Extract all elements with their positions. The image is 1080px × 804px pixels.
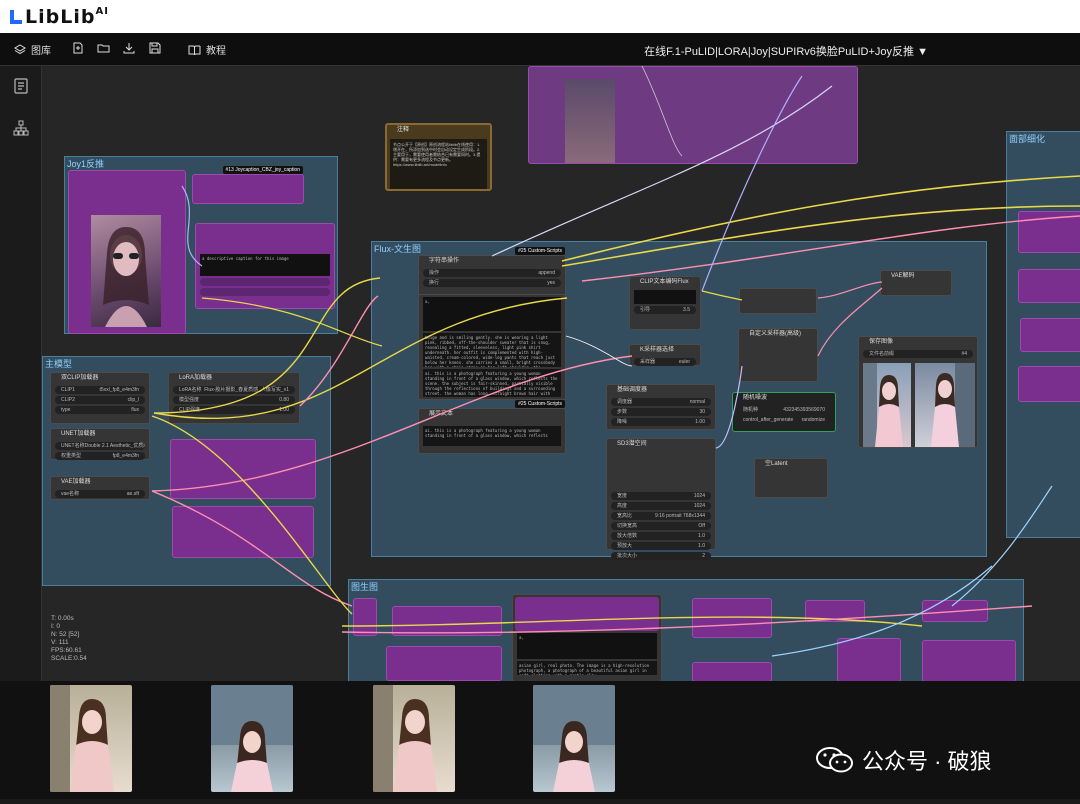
stat-v: V: 111 [51,639,69,646]
stat-scale: SCALE:0.54 [51,655,87,662]
layers-icon [14,43,26,54]
menu-bar: 图库 教程 在线F.1-PuLID|LORA|Joy|SUPIRv6换脸PuLI… [0,33,1080,66]
left-sidebar [0,66,42,681]
gallery-thumb-3[interactable] [373,685,455,792]
download-button[interactable] [123,42,135,54]
top-bar: LibLibAI [0,0,1080,33]
document-icon[interactable] [13,78,29,94]
gallery-thumb-2[interactable] [211,685,293,792]
download-icon [123,43,135,54]
logo-mark-icon [10,10,22,24]
library-label: 图库 [31,46,51,57]
chevron-down-icon: ▼ [917,46,928,58]
watermark-text: 公众号 · 破狼 [862,749,992,774]
image-gallery [0,681,1080,799]
gallery-thumb-4[interactable] [533,685,615,792]
wechat-watermark: 公众号 · 破狼 [816,744,992,776]
book-icon [188,45,201,55]
new-file-button[interactable] [72,42,84,54]
liblib-logo[interactable]: LibLibAI [10,6,109,28]
canvas-stats: T: 0.00s I: 0 N: 52 [52] V: 111 FPS:60.6… [51,615,87,663]
node-tree-icon[interactable] [13,120,29,136]
stat-i: I: 0 [51,623,61,630]
stat-n: N: 52 [52] [51,631,80,638]
stat-t: T: 0.00s [51,615,74,622]
library-button[interactable]: 图库 [14,42,51,57]
brand-name: LibLib [25,6,96,28]
tutorial-label: 教程 [206,46,226,57]
save-icon [149,42,161,54]
folder-icon [97,44,110,53]
workflow-canvas[interactable]: Joy1反推 主模型 Flux-文生图 图生图 面部细化 注释 节点公开于【原创… [42,66,1080,681]
tutorial-button[interactable]: 教程 [188,42,226,57]
brand-sup: AI [95,6,109,17]
wechat-icon [816,747,853,773]
stat-fps: FPS:60.61 [51,647,82,654]
open-folder-button[interactable] [97,42,110,54]
workflow-title-text: 在线F.1-PuLID|LORA|Joy|SUPIRv6换脸PuLID+Joy反… [644,46,915,58]
bottom-strip [0,799,1080,804]
new-file-icon [73,42,83,54]
save-button[interactable] [149,42,161,54]
connection-wires [151,66,1080,657]
gallery-thumb-1[interactable] [50,685,132,792]
workflow-title[interactable]: 在线F.1-PuLID|LORA|Joy|SUPIRv6换脸PuLID+Joy反… [644,43,928,59]
